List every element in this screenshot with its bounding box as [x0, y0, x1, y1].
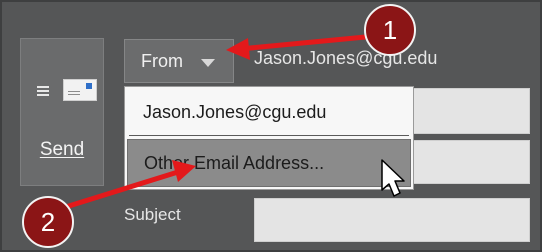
arrow-2-icon — [53, 160, 196, 213]
arrow-1-icon — [226, 33, 379, 60]
step-1-badge: 1 — [364, 4, 416, 56]
annotation-layer — [53, 33, 405, 213]
step-2-badge: 2 — [22, 196, 74, 248]
mouse-cursor-icon — [381, 159, 405, 197]
